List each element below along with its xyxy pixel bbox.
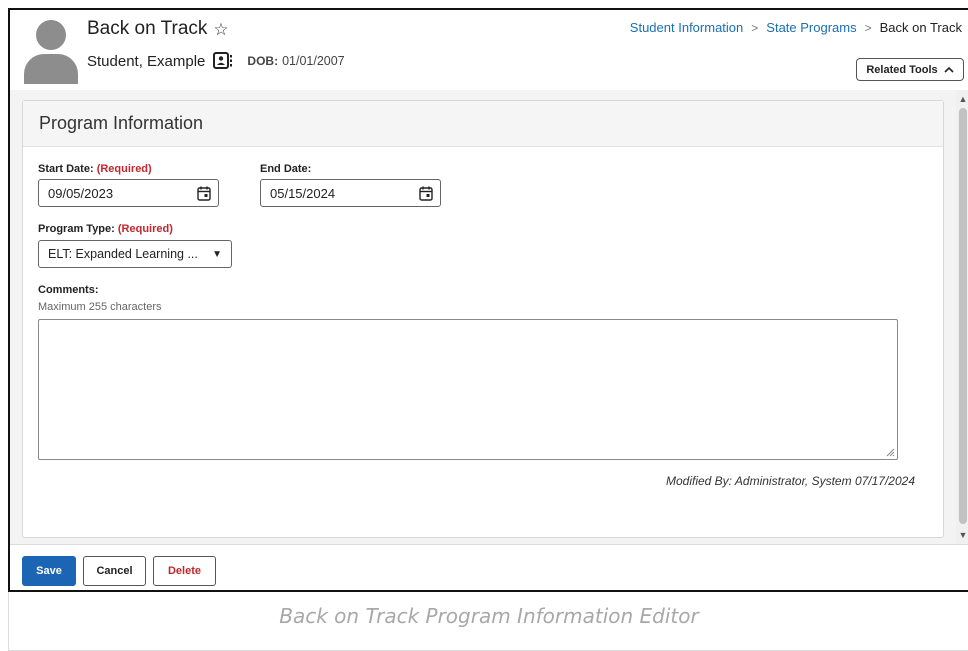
- program-type-label: Program Type: (Required): [38, 223, 173, 235]
- breadcrumb-student-information[interactable]: Student Information: [630, 20, 743, 35]
- program-type-required: (Required): [117, 223, 173, 235]
- content-area: Program Information Start Date: (Require…: [10, 90, 968, 544]
- scroll-up-icon[interactable]: ▲: [958, 94, 968, 104]
- avatar-head: [36, 20, 66, 50]
- related-tools-button[interactable]: Related Tools: [856, 58, 964, 81]
- end-date-label: End Date:: [260, 163, 312, 175]
- calendar-icon[interactable]: [419, 186, 433, 201]
- start-date-label-text: Start Date:: [38, 163, 94, 175]
- page-title: Back on Track: [87, 18, 208, 39]
- start-date-required: (Required): [96, 163, 152, 175]
- contact-card-icon[interactable]: [213, 52, 233, 70]
- modified-by-text: Modified By: Administrator, System 07/17…: [665, 474, 915, 488]
- student-name: Student, Example: [87, 52, 206, 70]
- dob-value: 01/01/2007: [282, 54, 345, 68]
- breadcrumb-state-programs[interactable]: State Programs: [766, 20, 856, 35]
- student-header: Back on Track ☆ Student, Example DOB: 01…: [10, 10, 968, 98]
- comments-textarea[interactable]: [38, 319, 898, 460]
- panel-title: Program Information: [23, 101, 943, 147]
- start-date-value: 09/05/2023: [48, 185, 114, 201]
- end-date-value: 05/15/2024: [270, 185, 336, 201]
- vertical-scrollbar[interactable]: ▲ ▼: [956, 90, 968, 544]
- start-date-input[interactable]: 09/05/2023: [38, 179, 219, 207]
- program-type-value: ELT: Expanded Learning ...: [48, 247, 198, 261]
- program-type-label-text: Program Type:: [38, 223, 115, 235]
- resize-grip-icon[interactable]: [885, 447, 895, 457]
- figure-caption: Back on Track Program Information Editor: [279, 604, 699, 628]
- start-date-label: Start Date: (Required): [38, 163, 152, 175]
- avatar-body: [24, 54, 78, 84]
- end-date-input[interactable]: 05/15/2024: [260, 179, 441, 207]
- related-tools-label: Related Tools: [866, 63, 938, 76]
- scrollbar-thumb[interactable]: [959, 108, 967, 524]
- chevron-up-icon: [944, 66, 954, 73]
- action-bar: Save Cancel Delete: [10, 544, 968, 590]
- program-information-panel: Program Information Start Date: (Require…: [22, 100, 944, 538]
- comments-hint: Maximum 255 characters: [38, 301, 162, 313]
- save-button[interactable]: Save: [22, 556, 76, 586]
- star-icon[interactable]: ☆: [213, 21, 228, 38]
- dob-label: DOB:: [247, 54, 279, 68]
- delete-button[interactable]: Delete: [153, 556, 216, 586]
- breadcrumb-current: Back on Track: [879, 20, 962, 35]
- program-type-select[interactable]: ELT: Expanded Learning ... ▼: [38, 240, 232, 268]
- breadcrumb-separator-icon: >: [751, 20, 759, 35]
- app-window: Back on Track ☆ Student, Example DOB: 01…: [8, 8, 968, 592]
- breadcrumb-separator-icon: >: [864, 20, 872, 35]
- title-row: Back on Track ☆: [87, 16, 229, 42]
- cancel-button[interactable]: Cancel: [83, 556, 146, 586]
- comments-label: Comments:: [38, 284, 99, 296]
- calendar-icon[interactable]: [197, 186, 211, 201]
- dropdown-arrow-icon: ▼: [212, 249, 222, 260]
- scroll-down-icon[interactable]: ▼: [958, 530, 968, 540]
- breadcrumb: Student Information > State Programs > B…: [630, 20, 962, 35]
- avatar: [24, 20, 78, 84]
- student-row: Student, Example DOB: 01/01/2007: [87, 50, 345, 72]
